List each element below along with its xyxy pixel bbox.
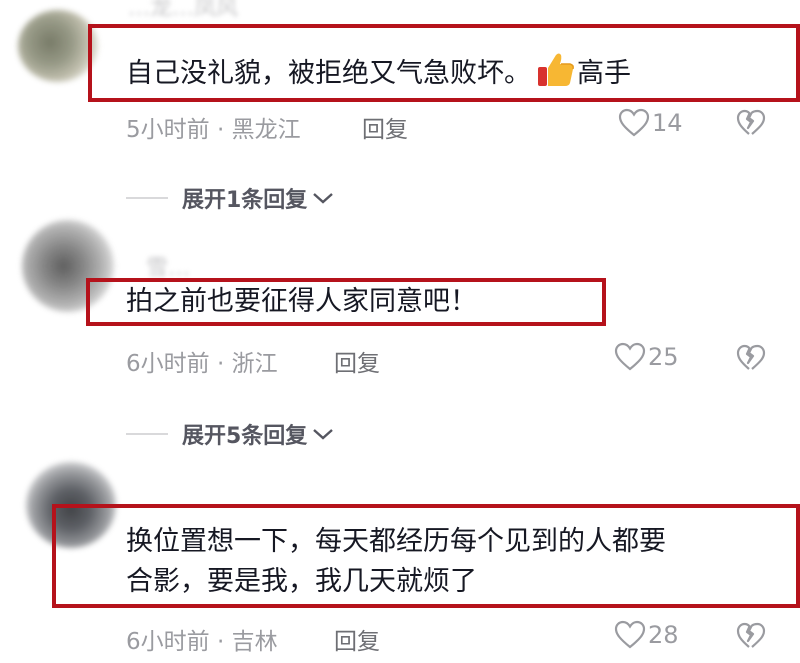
comment-text: 拍之前也要征得人家同意吧！ [126,286,477,317]
chevron-down-icon [313,429,334,440]
expand-replies-label: 展开1条回复 [182,188,308,213]
like-count: 14 [652,109,683,137]
comment-text-main: 自己没礼貌，被拒绝又气急败坏。 [126,58,531,89]
expand-replies[interactable]: 展开5条回复 [126,418,335,450]
thumbs-up-icon [537,52,575,88]
comment-item: …龙…凤风 自己没礼貌，被拒绝又气急败坏。 高手 5小时前 · 黑龙江 回复 1… [0,0,800,230]
like-button[interactable]: 14 [618,108,683,138]
expand-replies-label: 展开5条回复 [182,424,308,449]
broken-heart-icon[interactable] [736,622,766,654]
comment-item: 换位置想一下，每天都经历每个见到的人都要 合影，要是我，我几天就烦了 6小时前 … [0,462,800,663]
broken-heart-icon[interactable] [736,344,766,376]
comment-text: 自己没礼貌，被拒绝又气急败坏。 高手 [126,52,631,94]
like-count: 25 [648,343,679,371]
divider [126,433,168,435]
time-location: 6小时前 · 吉林 [126,629,278,655]
reply-button[interactable]: 回复 [334,344,380,378]
comment-text-suffix: 高手 [577,58,631,89]
chevron-down-icon [313,193,334,204]
heart-icon [618,108,650,137]
heart-icon [614,342,646,371]
comment-text-line: 合影，要是我，我几天就烦了 [126,566,477,597]
like-button[interactable]: 28 [614,620,679,650]
reply-button[interactable]: 回复 [334,622,380,656]
like-count: 28 [648,621,679,649]
comment-text: 换位置想一下，每天都经历每个见到的人都要 合影，要是我，我几天就烦了 [126,522,666,602]
expand-replies[interactable]: 展开1条回复 [126,182,335,214]
comment-text-line: 换位置想一下，每天都经历每个见到的人都要 [126,526,666,557]
divider [126,197,168,199]
broken-heart-icon[interactable] [736,109,766,141]
time-location: 5小时前 · 黑龙江 [126,117,301,143]
avatar[interactable] [18,10,98,82]
like-button[interactable]: 25 [614,342,679,372]
comment-item: 雪… 拍之前也要征得人家同意吧！ 6小时前 · 浙江 回复 25 展开5条回复 [0,220,800,470]
heart-icon [614,620,646,649]
username[interactable]: …龙…凤风 [128,0,238,22]
reply-button[interactable]: 回复 [362,110,408,144]
time-location: 6小时前 · 浙江 [126,351,278,377]
